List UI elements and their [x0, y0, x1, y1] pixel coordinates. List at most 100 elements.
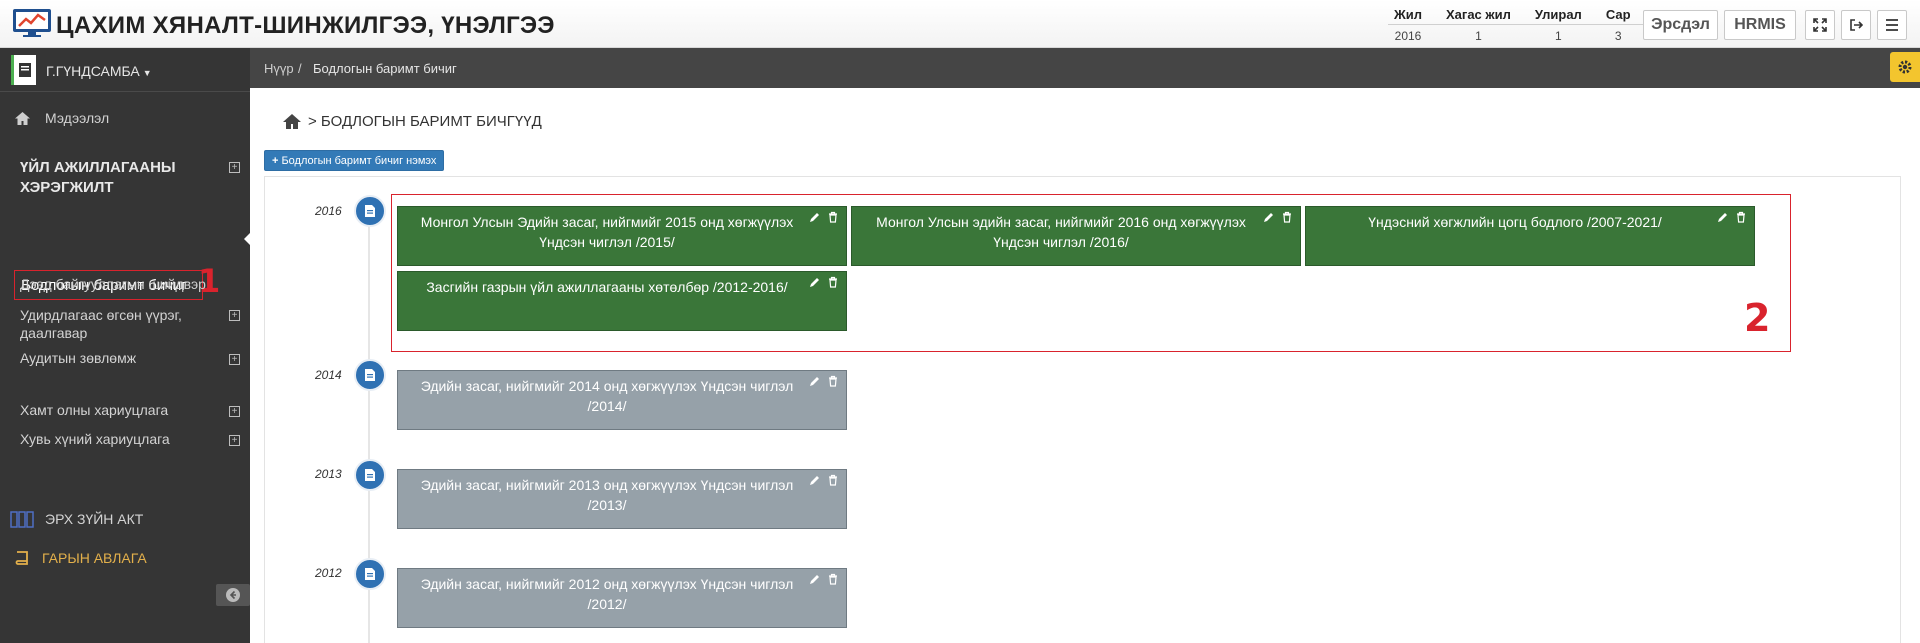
trash-icon[interactable] [828, 211, 838, 223]
sidebar-item-personal-responsibility[interactable]: Хувь хүний хариуцлага [20, 431, 170, 447]
timeline-document-icon [354, 195, 386, 227]
fullscreen-button[interactable] [1805, 10, 1835, 40]
breadcrumb-current: Бодлогын баримт бичиг [313, 61, 457, 76]
ersdel-button[interactable]: Эрсдэл [1643, 10, 1718, 40]
timeline-year: 2014 [315, 368, 342, 382]
hamburger-icon [1886, 19, 1898, 31]
sidebar-item-guide-label: ГАРЫН АВЛАГА [42, 550, 147, 566]
policy-doc-title: Эдийн засаг, нийгмийг 2013 онд хөгжүүлэх… [420, 477, 794, 513]
expand-plus-icon[interactable]: + [229, 310, 240, 321]
sign-out-icon [1850, 19, 1863, 31]
file-icon [365, 568, 375, 580]
timeline-year: 2016 [315, 204, 342, 218]
trash-icon[interactable] [1282, 211, 1292, 223]
gear-icon [1898, 60, 1912, 74]
user-menu[interactable]: Г.ГҮНДСАМБА ▼ [0, 48, 250, 92]
policy-doc-card[interactable]: Үндэсний хөгжлийн цогц бодлого /2007-202… [1305, 206, 1755, 266]
policy-doc-card[interactable]: Монгол Улсын Эдийн засаг, нийгмийг 2015 … [397, 206, 847, 266]
policy-doc-title: Монгол Улсын Эдийн засаг, нийгмийг 2015 … [420, 214, 794, 250]
period-value-month: 3 [1614, 28, 1622, 43]
hrmis-button[interactable]: HRMIS [1724, 10, 1796, 40]
sidebar-item-guide[interactable]: ГАРЫН АВЛАГА [14, 550, 147, 566]
add-policy-document-button[interactable]: + Бодлогын баримт бичиг нэмэх [264, 150, 445, 171]
sidebar-item-law[interactable]: ЭРХ ЗҮЙН АКТ [10, 510, 143, 528]
home-icon[interactable] [282, 113, 302, 130]
app-title: ЦАХИМ ХЯНАЛТ-ШИНЖИЛГЭЭ, ҮНЭЛГЭЭ [56, 12, 555, 39]
pencil-icon[interactable] [1717, 212, 1728, 223]
pencil-icon[interactable] [1263, 212, 1274, 223]
avatar [11, 55, 36, 85]
arrow-left-circle-icon [226, 588, 240, 602]
sidebar-item-management-tasks[interactable]: Удирдлагаас өгсөн үүрэг, даалгавар [20, 306, 210, 342]
book-icon [15, 551, 28, 565]
plus-icon: + [272, 154, 279, 167]
policy-doc-title: Үндэсний хөгжлийн цогц бодлого /2007-202… [1368, 214, 1662, 230]
expand-plus-icon[interactable]: + [229, 406, 240, 417]
pencil-icon[interactable] [809, 212, 820, 223]
file-icon [365, 369, 375, 381]
policy-doc-card[interactable]: Засгийн газрын үйл ажиллагааны хөтөлбөр … [397, 271, 847, 331]
expand-plus-icon[interactable]: + [229, 162, 240, 173]
period-table: Жил Хагас жил Улирал Сар 2016 1 1 3 [1388, 4, 1643, 44]
timeline-year: 2013 [315, 467, 342, 481]
expand-icon [1813, 18, 1827, 32]
trash-icon[interactable] [828, 573, 838, 585]
policy-doc-title: Эдийн засаг, нийгмийг 2012 онд хөгжүүлэх… [420, 576, 794, 612]
timeline-document-icon [354, 359, 386, 391]
menu-button[interactable] [1877, 10, 1907, 40]
period-header-month: Сар [1593, 4, 1643, 25]
sidebar-item-law-label: ЭРХ ЗҮЙН АКТ [45, 511, 144, 527]
policy-doc-card[interactable]: Эдийн засаг, нийгмийг 2012 онд хөгжүүлэх… [397, 568, 847, 628]
user-name-text: Г.ГҮНДСАМБА [46, 63, 140, 79]
binders-icon [10, 511, 34, 528]
policy-doc-title: Монгол Улсын эдийн засаг, нийгмийг 2016 … [876, 214, 1246, 250]
trash-icon[interactable] [828, 375, 838, 387]
policy-doc-card[interactable]: Монгол Улсын эдийн засаг, нийгмийг 2016 … [851, 206, 1301, 266]
breadcrumb-home[interactable]: Нүүр [264, 61, 294, 76]
period-value-halfyear: 1 [1475, 28, 1482, 43]
top-bar: ЦАХИМ ХЯНАЛТ-ШИНЖИЛГЭЭ, ҮНЭЛГЭЭ Жил Хага… [0, 0, 1920, 48]
period-value-quarter: 1 [1554, 28, 1562, 43]
policy-doc-card[interactable]: Эдийн засаг, нийгмийг 2014 онд хөгжүүлэх… [397, 370, 847, 430]
timeline-document-icon [354, 558, 386, 590]
expand-plus-icon[interactable]: + [229, 354, 240, 365]
sidebar: Г.ГҮНДСАМБА ▼ Мэдээлэл ҮЙЛ АЖИЛЛАГААНЫ ХЭ… [0, 48, 251, 643]
sidebar-item-info-label: Мэдээлэл [45, 110, 110, 126]
period-value-year: 2016 [1394, 28, 1422, 43]
timeline-document-icon [354, 459, 386, 491]
annotation-marker-2: 2 [1744, 296, 1771, 340]
page-title: > БОДЛОГЫН БАРИМТ БИЧГҮҮД [282, 113, 542, 130]
period-header-halfyear: Хагас жил [1434, 4, 1523, 25]
pencil-icon[interactable] [809, 574, 820, 585]
sidebar-section-activity[interactable]: ҮЙЛ АЖИЛЛАГААНЫ ХЭРЭГЖИЛТ [20, 158, 200, 198]
home-icon [15, 111, 30, 125]
pencil-icon[interactable] [809, 277, 820, 288]
settings-button[interactable] [1890, 52, 1920, 82]
pencil-icon[interactable] [809, 376, 820, 387]
active-pointer [244, 232, 251, 246]
trash-icon[interactable] [1736, 211, 1746, 223]
user-document-icon [19, 63, 31, 77]
period-header-quarter: Улирал [1522, 4, 1594, 25]
trash-icon[interactable] [828, 276, 838, 288]
sidebar-item-higher-decisions[interactable]: Дээд байгууллагын шийдвэр [20, 276, 206, 292]
logout-button[interactable] [1841, 10, 1871, 40]
period-header-year: Жил [1388, 4, 1434, 25]
user-name[interactable]: Г.ГҮНДСАМБА ▼ [46, 63, 152, 79]
policy-doc-card[interactable]: Эдийн засаг, нийгмийг 2013 онд хөгжүүлэх… [397, 469, 847, 529]
file-icon [365, 469, 375, 481]
trash-icon[interactable] [828, 474, 838, 486]
policy-doc-title: Эдийн засаг, нийгмийг 2014 онд хөгжүүлэх… [420, 378, 794, 414]
sidebar-item-audit-recommendations[interactable]: Аудитын зөвлөмж [20, 350, 136, 366]
expand-plus-icon[interactable]: + [229, 435, 240, 446]
timeline-year: 2012 [315, 566, 342, 580]
sidebar-collapse-button[interactable] [216, 584, 250, 606]
breadcrumb-separator: / [298, 61, 302, 76]
sidebar-item-team-responsibility[interactable]: Хамт олны хариуцлага [20, 402, 168, 418]
monitor-chart-logo-icon [13, 9, 51, 37]
add-policy-document-label: Бодлогын баримт бичиг нэмэх [281, 154, 437, 167]
policy-doc-title: Засгийн газрын үйл ажиллагааны хөтөлбөр … [426, 279, 788, 295]
pencil-icon[interactable] [809, 475, 820, 486]
breadcrumb: Нүүр / Бодлогын баримт бичиг [250, 48, 1920, 88]
sidebar-item-info[interactable]: Мэдээлэл [14, 110, 109, 126]
